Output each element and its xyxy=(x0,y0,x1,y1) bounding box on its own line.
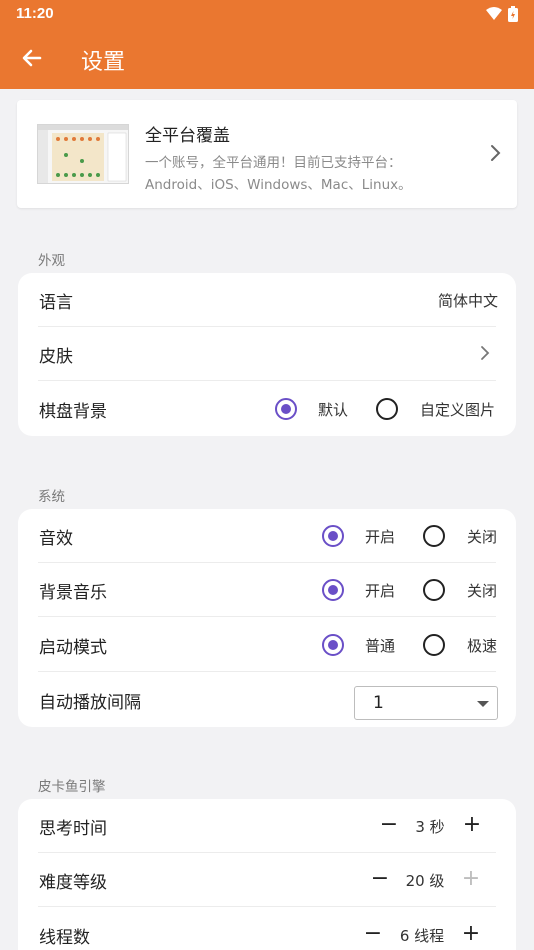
difficulty-plus-button[interactable]: + xyxy=(460,867,482,893)
music-label: 背景音乐 xyxy=(39,583,107,603)
sound-on-radio[interactable] xyxy=(322,525,344,547)
section-title-appearance: 外观 xyxy=(38,253,65,269)
music-row: 背景音乐 开启 关闭 xyxy=(18,563,516,617)
page-title: 设置 xyxy=(81,50,126,75)
skin-label: 皮肤 xyxy=(39,347,73,367)
autoplay-interval-label: 自动播放间隔 xyxy=(39,693,141,713)
autoplay-interval-select[interactable]: 1 xyxy=(354,686,498,720)
app-bar: 设置 xyxy=(0,28,534,89)
sound-off-label[interactable]: 关闭 xyxy=(467,526,497,547)
autoplay-interval-value: 1 xyxy=(373,693,384,713)
think-time-plus-button[interactable]: + xyxy=(461,813,483,839)
board-bg-default-label[interactable]: 默认 xyxy=(318,399,348,420)
sound-row: 音效 开启 关闭 xyxy=(18,509,516,563)
music-off-label[interactable]: 关闭 xyxy=(467,580,497,601)
startup-normal-radio[interactable] xyxy=(322,634,344,656)
back-arrow-icon[interactable] xyxy=(18,44,46,72)
language-label: 语言 xyxy=(39,293,73,313)
promo-card[interactable]: 全平台覆盖 一个账号，全平台通用！目前已支持平台： Android、iOS、Wi… xyxy=(17,100,517,208)
think-time-label: 思考时间 xyxy=(39,819,107,839)
status-time: 11:20 xyxy=(16,5,54,22)
promo-title: 全平台覆盖 xyxy=(145,126,230,146)
engine-card: 思考时间 − 3 秒 + 难度等级 − 20 级 + 线程数 − 6 线程 + xyxy=(18,799,516,950)
music-on-radio[interactable] xyxy=(322,579,344,601)
startup-fast-radio[interactable] xyxy=(423,634,445,656)
think-time-minus-button[interactable]: − xyxy=(378,813,400,839)
threads-label: 线程数 xyxy=(39,928,90,948)
system-card: 音效 开启 关闭 背景音乐 开启 关闭 启动模式 普通 极速 自动播放间隔 1 xyxy=(18,509,516,727)
board-bg-custom-label[interactable]: 自定义图片 xyxy=(420,399,495,420)
sound-label: 音效 xyxy=(39,529,73,549)
language-value: 简体中文 xyxy=(437,292,498,310)
think-time-value: 3 秒 xyxy=(415,818,445,836)
difficulty-row: 难度等级 − 20 级 + xyxy=(18,853,516,907)
board-background-label: 棋盘背景 xyxy=(39,402,107,422)
sound-off-radio[interactable] xyxy=(423,525,445,547)
section-title-engine: 皮卡鱼引擎 xyxy=(38,779,106,795)
difficulty-minus-button[interactable]: − xyxy=(369,867,391,893)
threads-value: 6 线程 xyxy=(399,927,445,945)
sound-on-label[interactable]: 开启 xyxy=(365,526,395,547)
difficulty-label: 难度等级 xyxy=(39,873,107,893)
section-title-system: 系统 xyxy=(38,489,65,505)
think-time-row: 思考时间 − 3 秒 + xyxy=(18,799,516,853)
threads-minus-button[interactable]: − xyxy=(362,922,384,948)
promo-thumbnail xyxy=(37,124,129,184)
difficulty-value: 20 级 xyxy=(405,872,445,890)
threads-row: 线程数 − 6 线程 + xyxy=(18,908,516,950)
promo-description-line2: Android、iOS、Windows、Mac、Linux。 xyxy=(145,177,412,193)
skin-row[interactable]: 皮肤 xyxy=(18,327,516,381)
board-background-row: 棋盘背景 默认 自定义图片 xyxy=(18,382,516,436)
music-off-radio[interactable] xyxy=(423,579,445,601)
language-row[interactable]: 语言 简体中文 xyxy=(18,273,516,327)
battery-icon xyxy=(508,6,518,22)
startup-fast-label[interactable]: 极速 xyxy=(467,635,497,656)
appearance-card: 语言 简体中文 皮肤 棋盘背景 默认 自定义图片 xyxy=(18,273,516,436)
threads-plus-button[interactable]: + xyxy=(460,922,482,948)
music-on-label[interactable]: 开启 xyxy=(365,580,395,601)
status-bar: 11:20 xyxy=(0,0,534,28)
startup-mode-label: 启动模式 xyxy=(39,638,107,658)
wifi-icon xyxy=(486,7,502,20)
dropdown-arrow-icon xyxy=(477,701,489,707)
promo-description-line1: 一个账号，全平台通用！目前已支持平台： xyxy=(145,155,402,171)
chevron-right-icon xyxy=(491,145,501,161)
autoplay-interval-row: 自动播放间隔 1 xyxy=(18,673,516,727)
chevron-right-icon xyxy=(481,346,490,360)
status-icons xyxy=(486,6,518,22)
board-bg-default-radio[interactable] xyxy=(275,398,297,420)
board-bg-custom-radio[interactable] xyxy=(376,398,398,420)
startup-normal-label[interactable]: 普通 xyxy=(365,635,395,656)
startup-mode-row: 启动模式 普通 极速 xyxy=(18,618,516,672)
